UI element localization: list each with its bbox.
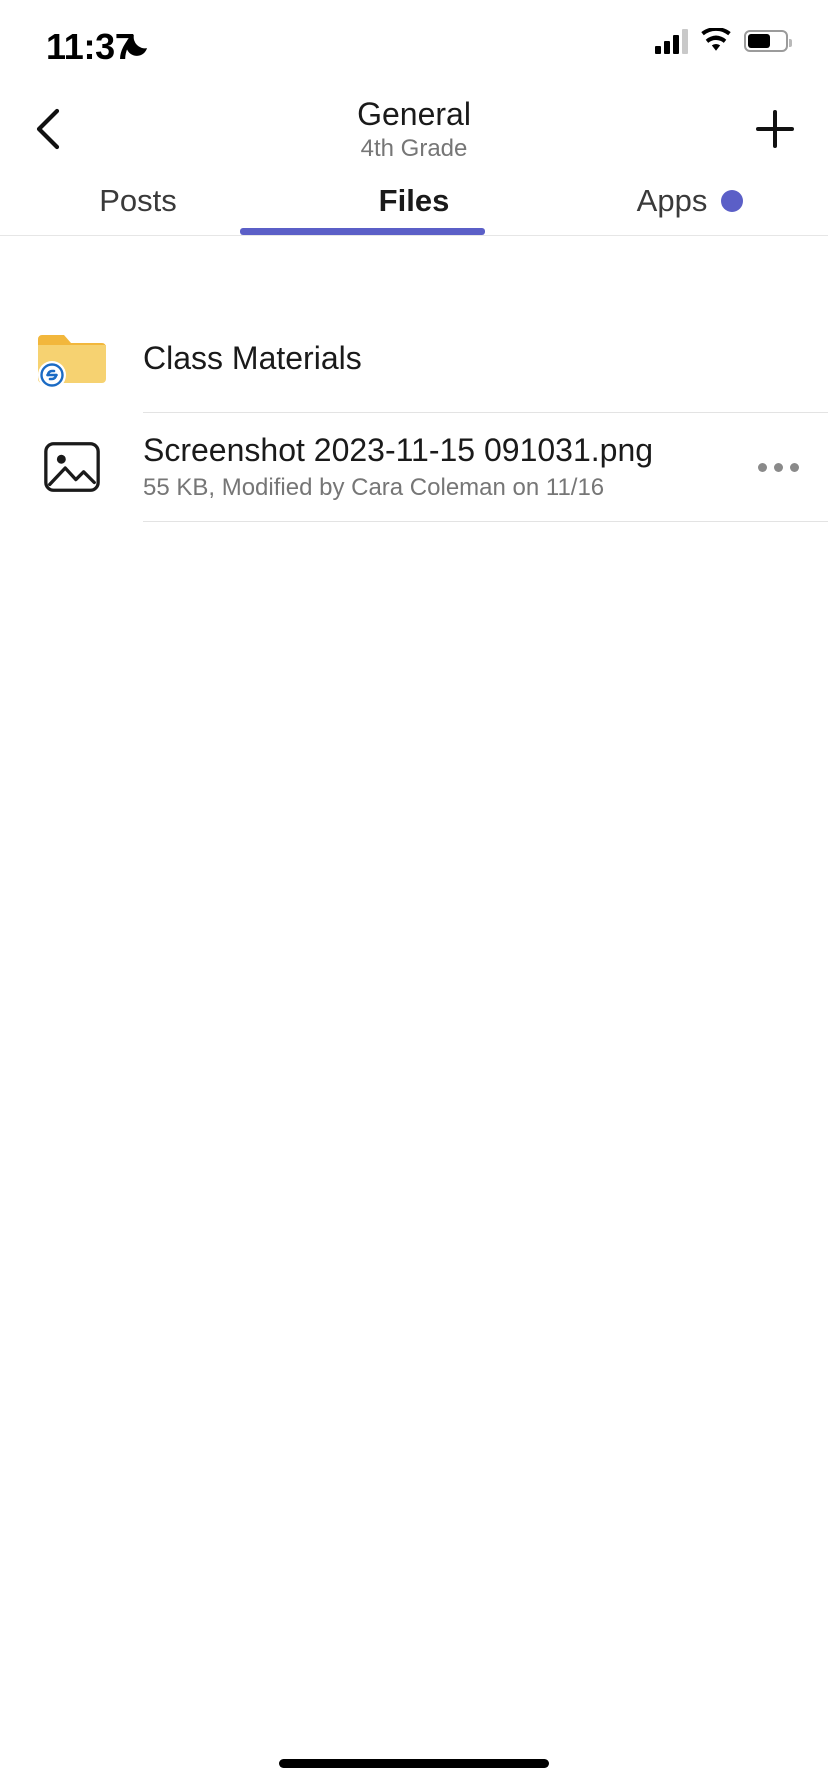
- nav-title-block: General 4th Grade: [0, 94, 828, 164]
- home-indicator-bar: [279, 1759, 549, 1768]
- list-divider: [143, 521, 828, 522]
- list-item-file[interactable]: Screenshot 2023-11-15 091031.png 55 KB, …: [0, 413, 828, 521]
- active-tab-indicator: [240, 228, 485, 235]
- list-item-folder[interactable]: Class Materials: [0, 304, 828, 412]
- status-bar-indicators: [655, 28, 792, 54]
- tab-apps[interactable]: Apps: [552, 166, 828, 236]
- cellular-signal-icon: [655, 28, 688, 54]
- list-top-spacer: [0, 237, 828, 304]
- file-icon-container: [0, 436, 143, 498]
- folder-name: Class Materials: [143, 340, 362, 376]
- tab-apps-badge-dot: [721, 190, 744, 212]
- file-name: Screenshot 2023-11-15 091031.png: [143, 432, 654, 468]
- file-more-button[interactable]: [728, 413, 828, 521]
- tab-files-label: Files: [378, 183, 450, 218]
- folder-icon-container: [0, 329, 143, 387]
- file-list: Class Materials Screenshot 2023-11-15 09…: [0, 237, 828, 522]
- status-bar: 11:37: [0, 0, 828, 92]
- page-subtitle: 4th Grade: [360, 135, 468, 162]
- plus-icon: [756, 110, 794, 148]
- image-file-icon: [43, 442, 100, 492]
- tab-bar: Posts Files Apps: [0, 166, 828, 236]
- file-row-body: Screenshot 2023-11-15 091031.png 55 KB, …: [143, 430, 728, 504]
- more-horizontal-icon: [757, 462, 799, 472]
- tab-files[interactable]: Files: [276, 166, 552, 236]
- file-meta: 55 KB, Modified by Cara Coleman on 11/16: [143, 474, 605, 501]
- app-screen: 11:37 General 4th Grade Posts Files Apps…: [0, 0, 828, 1792]
- page-title: General: [357, 96, 471, 132]
- tab-posts[interactable]: Posts: [0, 166, 276, 236]
- crescent-moon-icon: [126, 35, 147, 56]
- navigation-bar: General 4th Grade: [0, 92, 828, 164]
- wifi-icon: [701, 28, 731, 51]
- folder-link-icon: [37, 335, 106, 387]
- folder-row-body: Class Materials: [143, 338, 828, 378]
- tab-posts-label: Posts: [99, 183, 177, 218]
- add-button[interactable]: [744, 98, 806, 160]
- tab-apps-label: Apps: [636, 183, 708, 218]
- battery-icon: [744, 30, 792, 52]
